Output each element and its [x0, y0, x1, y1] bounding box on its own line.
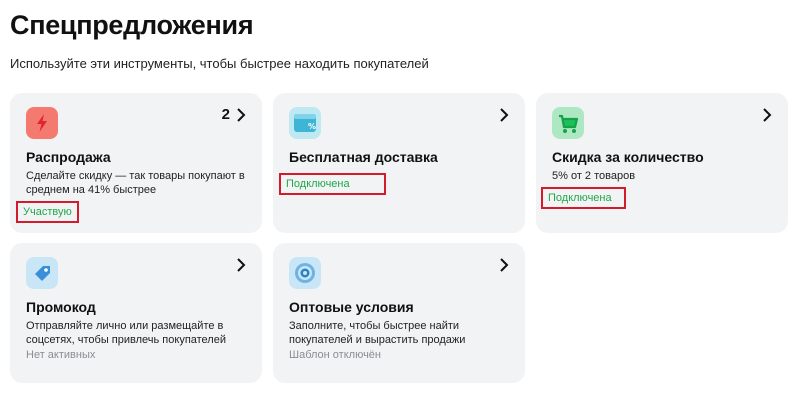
- status-badge: Подключена: [279, 173, 386, 195]
- card-title: Бесплатная доставка: [289, 149, 438, 165]
- status-text: Нет активных: [26, 349, 96, 361]
- tag-icon: [26, 257, 58, 289]
- status-text: Шаблон отключён: [289, 349, 381, 361]
- page-title: Спецпредложения: [10, 10, 254, 40]
- page-subtitle: Используйте эти инструменты, чтобы быстр…: [10, 56, 429, 71]
- card-description: 5% от 2 товаров: [552, 170, 636, 182]
- status-badge: Подключена: [541, 187, 626, 209]
- chevron-right-icon[interactable]: [497, 257, 511, 273]
- card-description: Отправляйте лично или размещайте в соцсе…: [26, 320, 226, 346]
- chevron-right-icon[interactable]: [234, 257, 248, 273]
- card-title: Промокод: [26, 299, 96, 315]
- chevron-right-icon[interactable]: [234, 107, 248, 123]
- card-promocode[interactable]: Промокод Отправляйте лично или размещайт…: [10, 243, 262, 383]
- card-title: Скидка за количество: [552, 149, 704, 165]
- lightning-icon: [26, 107, 58, 139]
- delivery-discount-icon: %: [289, 107, 321, 139]
- status-badge: Участвую: [16, 201, 79, 223]
- card-title: Распродажа: [26, 149, 111, 165]
- chevron-right-icon[interactable]: [760, 107, 774, 123]
- target-icon: [289, 257, 321, 289]
- cart-icon: [552, 107, 584, 139]
- card-sale[interactable]: 2 Распродажа Сделайте скидку — так товар…: [10, 93, 262, 233]
- chevron-right-icon[interactable]: [497, 107, 511, 123]
- card-description: Заполните, чтобы быстрее найти покупател…: [289, 320, 466, 346]
- svg-text:%: %: [308, 122, 316, 131]
- card-title: Оптовые условия: [289, 299, 414, 315]
- card-quantity-discount[interactable]: Скидка за количество 5% от 2 товаров Под…: [536, 93, 788, 233]
- sale-count-badge: 2: [221, 106, 230, 123]
- card-description: Сделайте скидку — так товары покупают в …: [26, 170, 245, 196]
- card-free-delivery[interactable]: % Бесплатная доставка Подключена: [273, 93, 525, 233]
- card-wholesale[interactable]: Оптовые условия Заполните, чтобы быстрее…: [273, 243, 525, 383]
